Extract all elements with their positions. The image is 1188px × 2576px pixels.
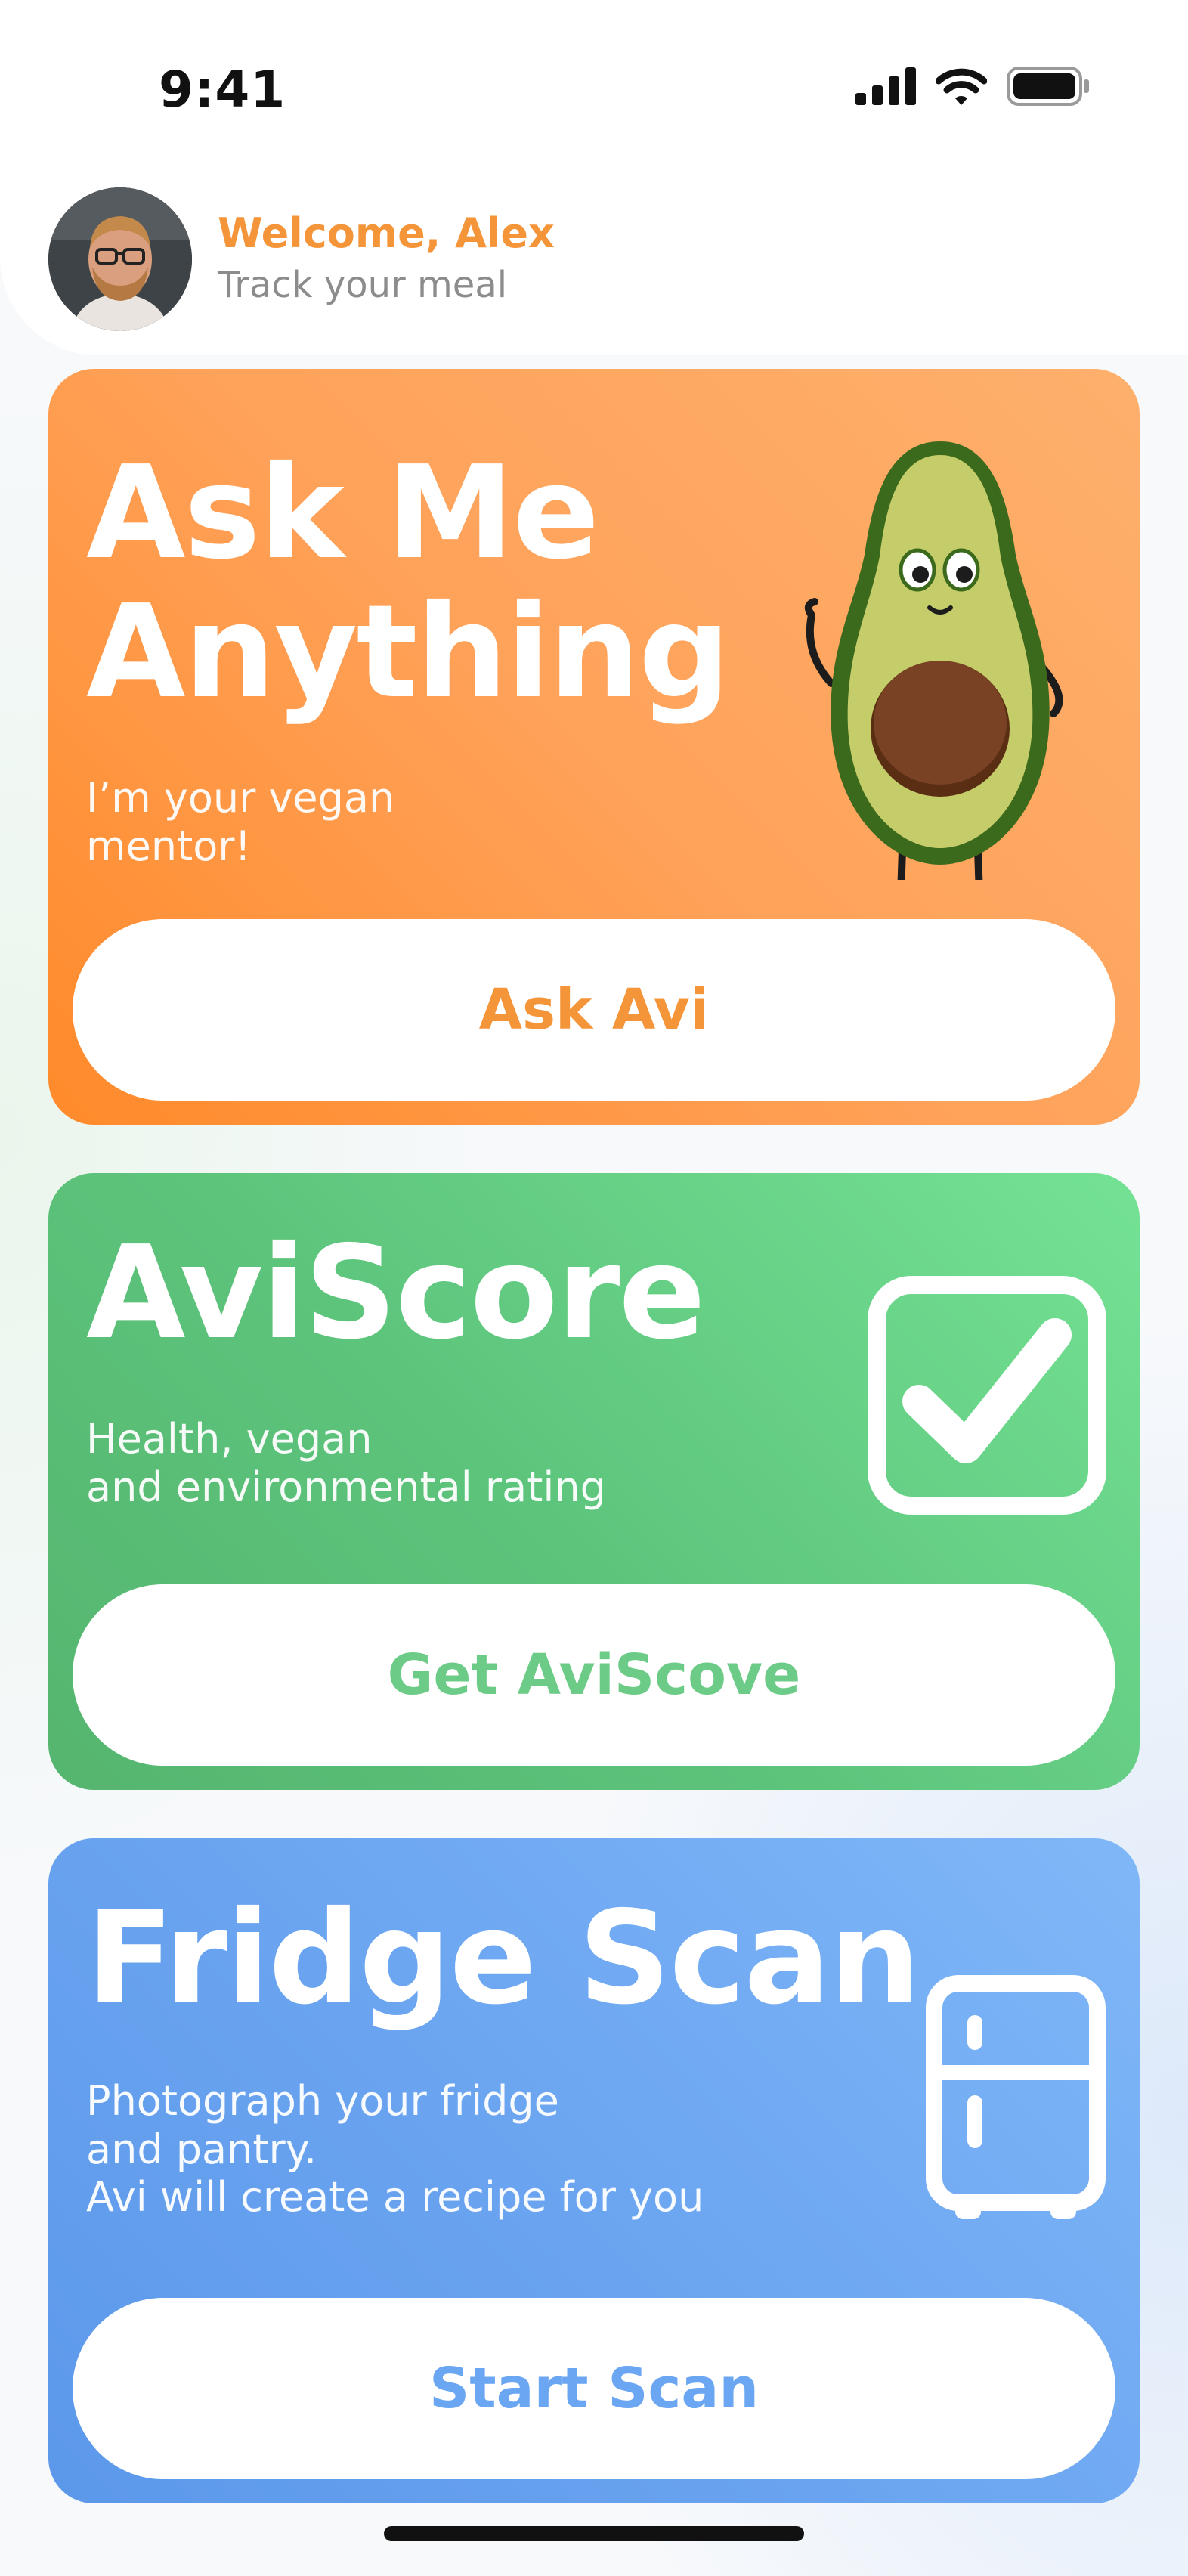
status-bar: 9:41 bbox=[0, 0, 1188, 166]
checkbox-icon bbox=[868, 1276, 1106, 1515]
status-time: 9:41 bbox=[159, 60, 286, 119]
subtitle-text: Track your meal bbox=[218, 264, 508, 307]
card-description: Photograph your fridge and pantry. Avi w… bbox=[86, 2077, 704, 2221]
welcome-text: Welcome, Alex bbox=[218, 209, 555, 258]
avocado-mascot-icon bbox=[804, 441, 1063, 880]
card-description: I’m your vegan mentor! bbox=[86, 774, 395, 870]
fridge-scan-card: Fridge Scan Photograph your fridge and p… bbox=[48, 1838, 1140, 2503]
get-aviscore-button[interactable]: Get AviScove bbox=[73, 1584, 1115, 1766]
signal-icon bbox=[855, 67, 916, 105]
card-title: AviScore bbox=[86, 1218, 706, 1368]
card-title: Fridge Scan bbox=[86, 1884, 920, 2033]
avatar[interactable] bbox=[48, 187, 192, 331]
ask-avi-button[interactable]: Ask Avi bbox=[73, 919, 1115, 1101]
card-title: Ask Me Anything bbox=[86, 438, 731, 727]
battery-icon bbox=[1007, 67, 1089, 106]
aviscore-card: AviScore Health, vegan and environmental… bbox=[48, 1173, 1140, 1790]
card-description: Health, vegan and environmental rating bbox=[86, 1415, 606, 1511]
fridge-icon bbox=[926, 1975, 1106, 2219]
start-scan-button[interactable]: Start Scan bbox=[73, 2298, 1115, 2479]
header-text: Welcome, Alex Track your meal bbox=[218, 209, 555, 308]
status-icons bbox=[855, 67, 1090, 106]
wifi-icon bbox=[936, 68, 987, 105]
home-indicator bbox=[384, 2526, 804, 2541]
profile-header: Welcome, Alex Track your meal bbox=[48, 187, 555, 331]
ask-me-anything-card: Ask Me Anything I’m your vegan mentor! A… bbox=[48, 369, 1140, 1125]
